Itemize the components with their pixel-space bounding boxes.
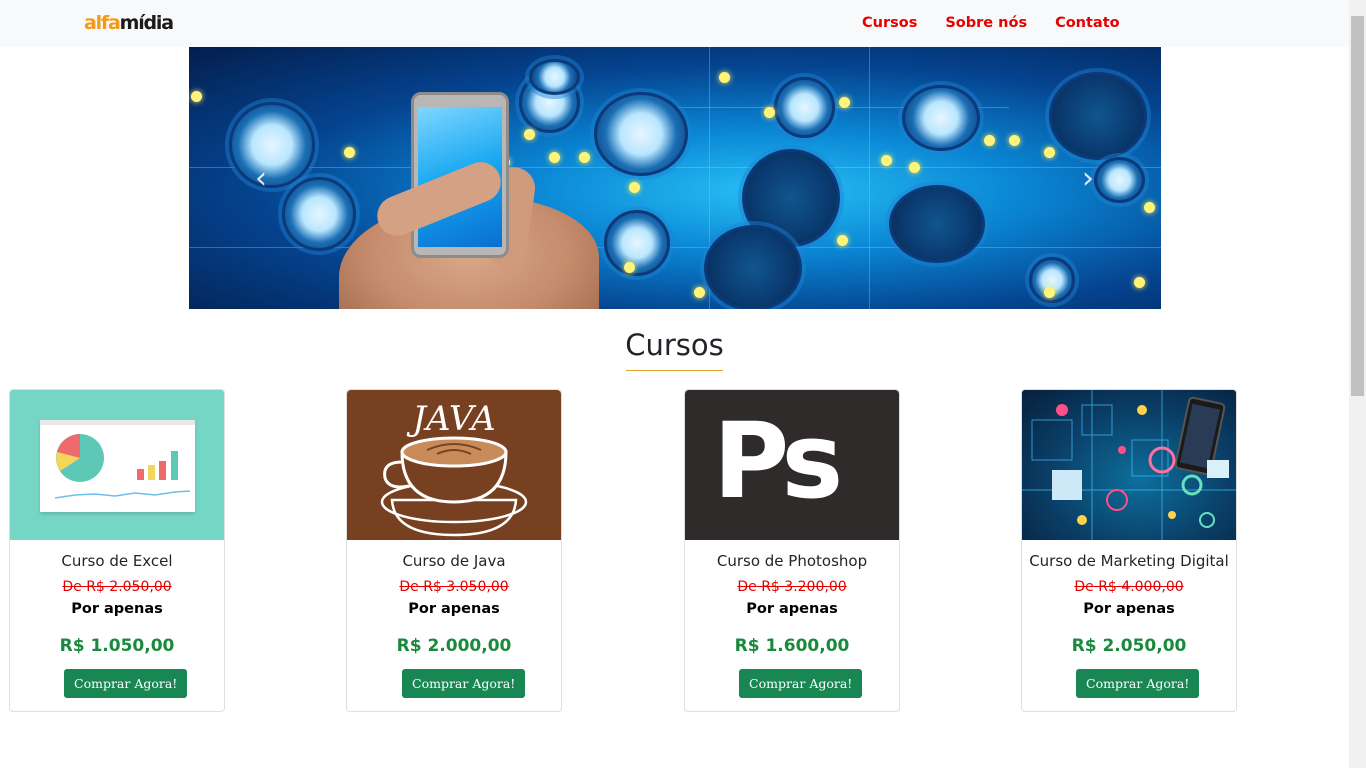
course-price: R$ 2.000,00: [396, 636, 512, 656]
course-card-java: JAVA Curso de Java De R$ 3.050,00 Por ap…: [346, 389, 562, 712]
course-image-excel: [10, 390, 224, 540]
course-card-marketing: Curso de Marketing Digital De R$ 4.000,0…: [1021, 389, 1237, 712]
scrollbar-thumb[interactable]: [1351, 16, 1364, 396]
course-price-subtitle: Por apenas: [408, 601, 500, 617]
course-old-price: De R$ 2.050,00: [62, 579, 172, 595]
course-image-photoshop: Ps: [685, 390, 899, 540]
carousel-next-icon[interactable]: ›: [1068, 159, 1108, 199]
buy-now-button[interactable]: Comprar Agora!: [1076, 669, 1200, 698]
photoshop-logo-text: Ps: [713, 400, 843, 522]
nav-link-sobre-nos[interactable]: Sobre nós: [945, 15, 1027, 31]
carousel-slide-image: [189, 47, 1161, 309]
buy-now-button[interactable]: Comprar Agora!: [402, 669, 526, 698]
java-logo-text: JAVA: [406, 399, 495, 439]
nav-link-cursos[interactable]: Cursos: [862, 15, 917, 31]
course-price-subtitle: Por apenas: [1083, 601, 1175, 617]
course-card-excel: Curso de Excel De R$ 2.050,00 Por apenas…: [9, 389, 225, 712]
course-image-java: JAVA: [347, 390, 561, 540]
course-title: Curso de Photoshop: [716, 552, 868, 570]
course-title: Curso de Excel: [61, 552, 173, 570]
course-old-price: De R$ 4.000,00: [1074, 579, 1184, 595]
course-title: Curso de Java: [402, 552, 506, 570]
course-price: R$ 1.050,00: [59, 636, 175, 656]
carousel-prev-icon[interactable]: ‹: [241, 159, 281, 199]
nav-links: Cursos Sobre nós Contato: [862, 15, 1120, 31]
course-image-marketing: [1022, 390, 1236, 540]
section-title-underline: [626, 370, 723, 371]
course-old-price: De R$ 3.200,00: [737, 579, 847, 595]
course-price-subtitle: Por apenas: [71, 601, 163, 617]
hero-carousel: ‹ ›: [189, 47, 1161, 309]
course-old-price: De R$ 3.050,00: [399, 579, 509, 595]
section-title: Cursos: [625, 328, 724, 362]
brand-logo-part1: alfa: [84, 12, 121, 34]
course-price-subtitle: Por apenas: [746, 601, 838, 617]
course-price: R$ 2.050,00: [1071, 636, 1187, 656]
buy-now-button[interactable]: Comprar Agora!: [739, 669, 863, 698]
brand-logo-part2: mídia: [119, 12, 174, 34]
course-title: Curso de Marketing Digital: [1029, 552, 1229, 570]
brand-logo[interactable]: alfamídia: [84, 12, 174, 34]
nav-link-contato[interactable]: Contato: [1055, 15, 1120, 31]
course-card-photoshop: Ps Curso de Photoshop De R$ 3.200,00 Por…: [684, 389, 900, 712]
course-price: R$ 1.600,00: [734, 636, 850, 656]
page-scrollbar[interactable]: [1349, 0, 1366, 768]
navbar: alfamídia Cursos Sobre nós Contato: [0, 0, 1349, 47]
buy-now-button[interactable]: Comprar Agora!: [64, 669, 188, 698]
